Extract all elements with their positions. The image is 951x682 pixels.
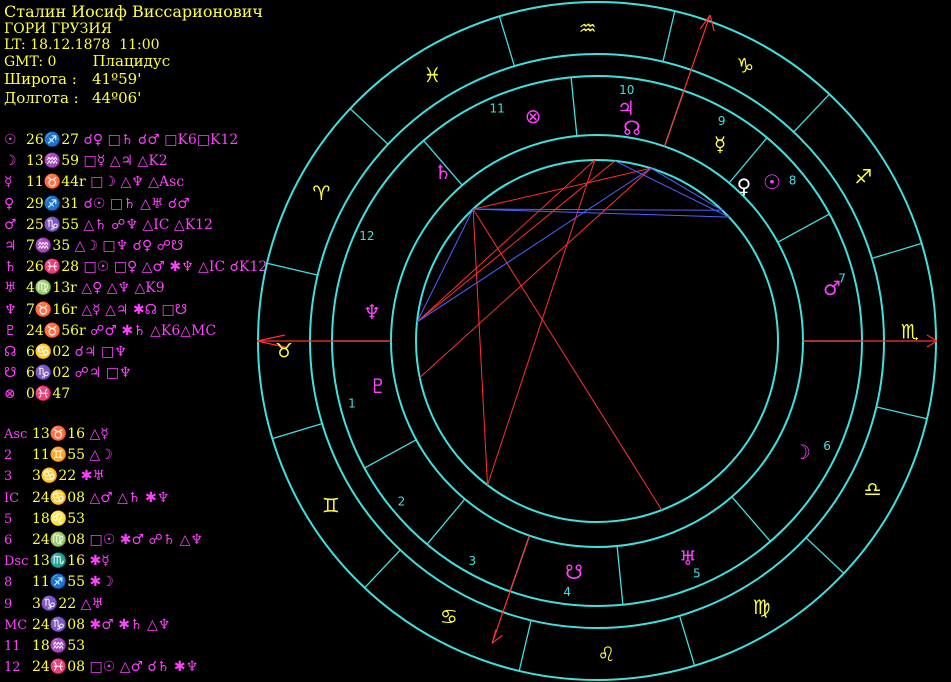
sign-divider [266, 262, 318, 276]
house-number-6: 6 [823, 439, 831, 453]
house-ring [331, 75, 863, 607]
imum-coeli-arrow [491, 629, 503, 644]
planet-glyph-part-of-fortune: ⊗ [525, 104, 542, 128]
sign-divider [793, 93, 830, 133]
sign-divider [662, 10, 676, 62]
sign-glyph-cancer: ♋ [440, 605, 458, 629]
sign-divider [805, 537, 845, 574]
imum-coeli-axis [491, 535, 531, 644]
planet-glyph-uranus: ♅ [679, 546, 697, 570]
house-number-9: 9 [718, 114, 726, 128]
planet-glyph-north-node: ☊ [623, 116, 641, 140]
trine-aspect-line [472, 208, 663, 511]
planet-glyph-mercury: ☿ [714, 132, 726, 156]
chart-axes [256, 14, 938, 644]
house-number-4: 4 [563, 585, 571, 599]
planet-glyph-sun: ☉ [763, 170, 781, 194]
sign-glyph-scorpio: ♏ [901, 320, 919, 344]
sign-glyph-aquarius: ♒ [579, 16, 597, 40]
house-number-11: 11 [490, 102, 505, 116]
sign-divider [349, 108, 389, 145]
chart-wheel: ♉♊♋♌♍♎♏♐♑♒♓♈ 123456789101112 ☉♀☿♂☽♃☊♄⊗♅☋… [256, 1, 938, 681]
planet-glyph-moon: ☽ [793, 440, 811, 464]
planet-glyph-venus: ♀ [737, 174, 752, 198]
sign-glyph-taurus: ♉ [275, 338, 293, 362]
sign-glyph-leo: ♌ [597, 642, 615, 666]
sign-divider [678, 615, 696, 666]
sign-divider [871, 242, 922, 260]
house-number-1: 1 [348, 397, 356, 411]
house-divider [364, 439, 417, 469]
planet-glyph-south-node: ☋ [565, 560, 583, 584]
sign-glyph-aries: ♈ [312, 181, 330, 205]
house-divider [616, 545, 624, 605]
planet-glyph-saturn: ♄ [434, 160, 452, 184]
sign-divider [272, 422, 323, 440]
sign-divider [876, 406, 928, 420]
sign-glyph-sagittarius: ♐ [854, 164, 872, 188]
house-divider [570, 77, 578, 137]
trine-aspect-line [419, 167, 652, 378]
sign-glyph-capricorn: ♑ [736, 53, 754, 77]
sign-glyph-libra: ♎ [864, 477, 882, 501]
trine-aspect-line [472, 209, 488, 486]
house-number-2: 2 [398, 495, 406, 509]
sign-divider [498, 16, 516, 67]
planet-glyphs: ☉♀☿♂☽♃☊♄⊗♅☋♆♇ [363, 96, 841, 584]
sign-glyph-pisces: ♓ [423, 63, 441, 87]
house-number-10: 10 [619, 83, 634, 97]
planet-glyph-pluto: ♇ [369, 374, 387, 398]
planet-glyph-mars: ♂ [823, 276, 841, 300]
house-divider [426, 498, 466, 545]
sign-divider [518, 620, 532, 672]
sign-divider [364, 549, 401, 589]
midheaven-axis [663, 14, 711, 147]
house-number-8: 8 [789, 174, 797, 188]
house-dividers [332, 77, 862, 605]
sextile-aspect-line [416, 167, 652, 323]
sign-glyph-virgo: ♍ [753, 595, 771, 619]
sign-glyph-gemini: ♊ [322, 494, 340, 518]
planet-glyph-neptune: ♆ [363, 300, 381, 324]
sextile-aspect-line [650, 167, 723, 211]
house-number-12: 12 [359, 229, 374, 243]
sign-ring-inner [309, 53, 885, 629]
house-divider [777, 213, 830, 243]
aspect-lines [416, 159, 730, 511]
house-number-3: 3 [468, 554, 476, 568]
house-divider [731, 496, 771, 542]
